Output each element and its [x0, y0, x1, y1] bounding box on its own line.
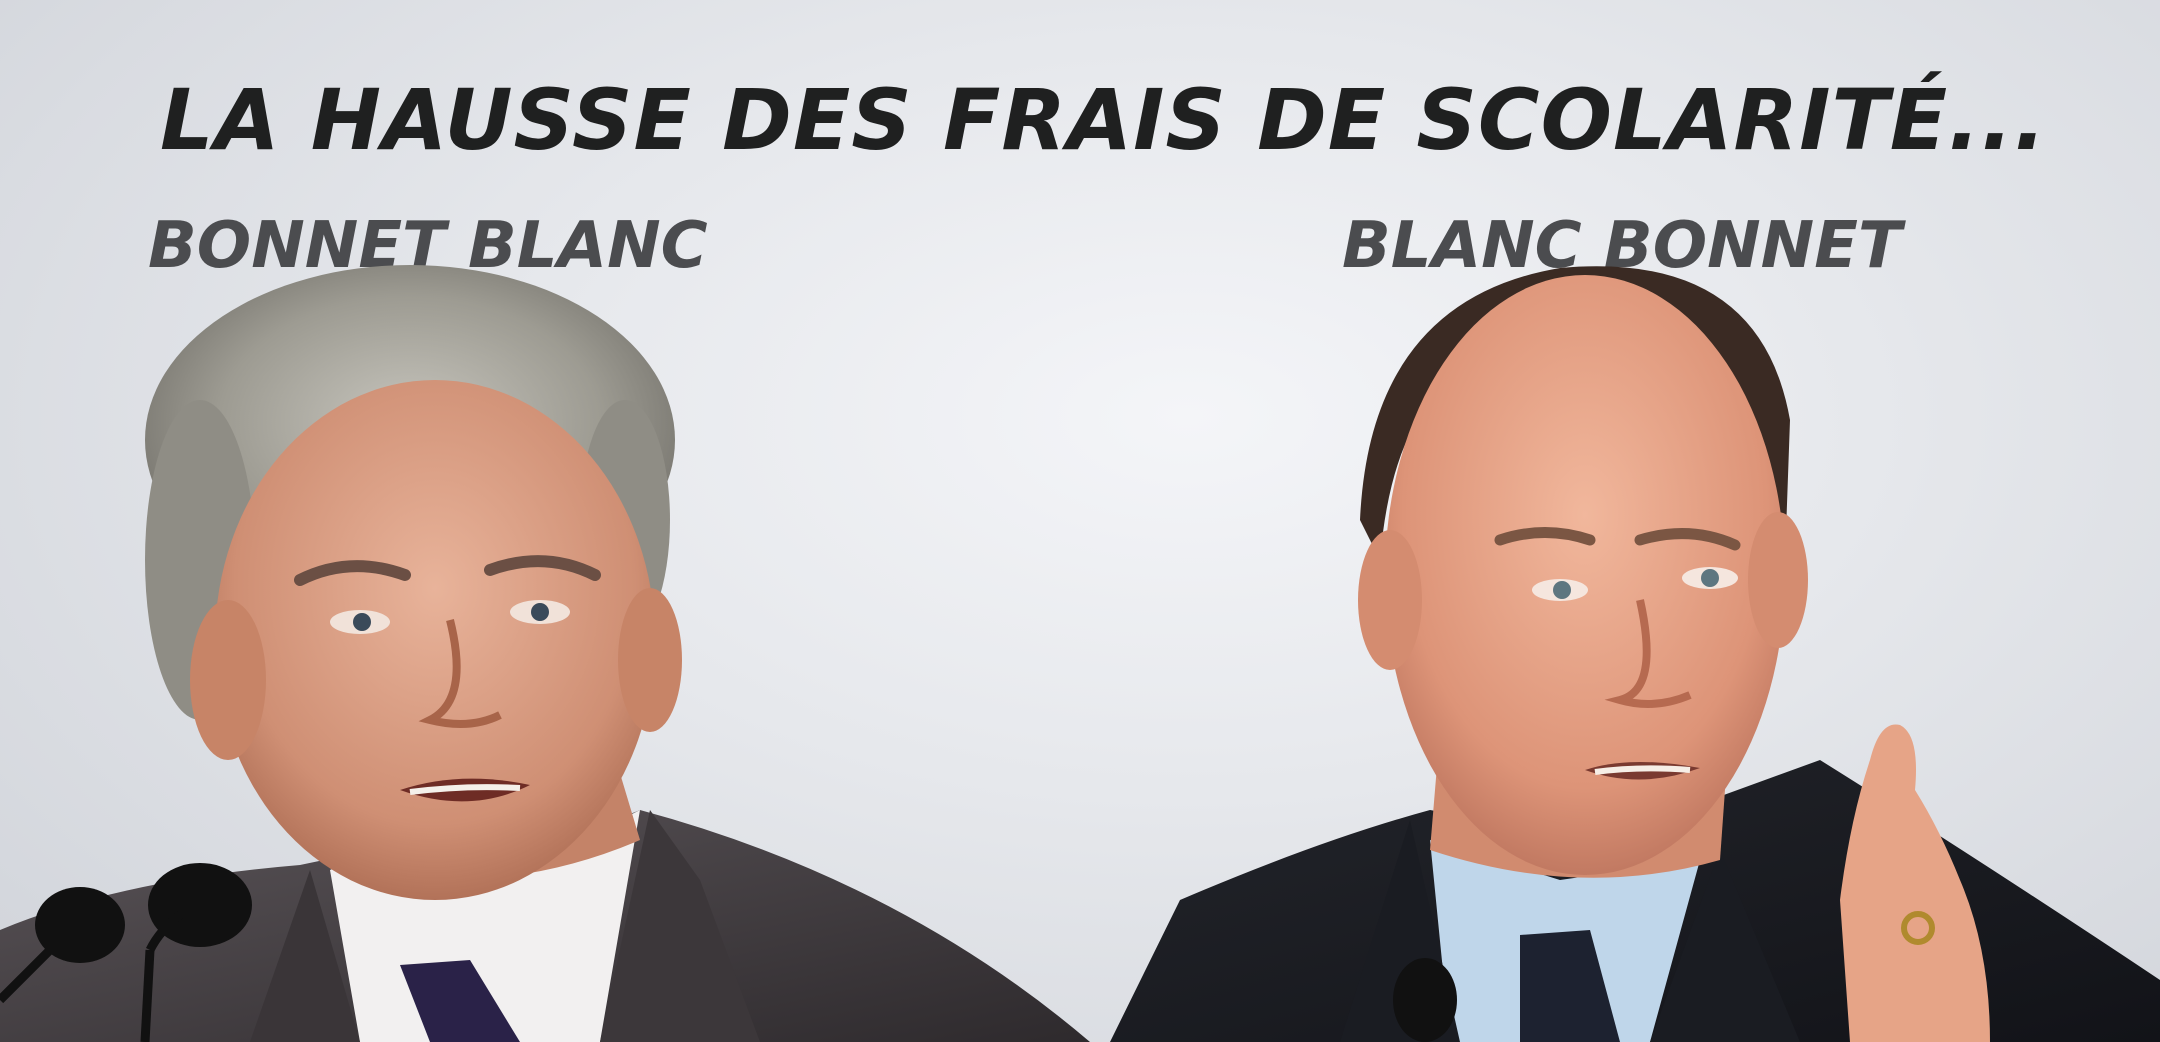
- right-microphone: [1393, 958, 1457, 1042]
- right-person-photo: [1110, 266, 2160, 1042]
- poster: LA HAUSSE DES FRAIS DE SCOLARITÉ... BONN…: [0, 0, 2160, 1042]
